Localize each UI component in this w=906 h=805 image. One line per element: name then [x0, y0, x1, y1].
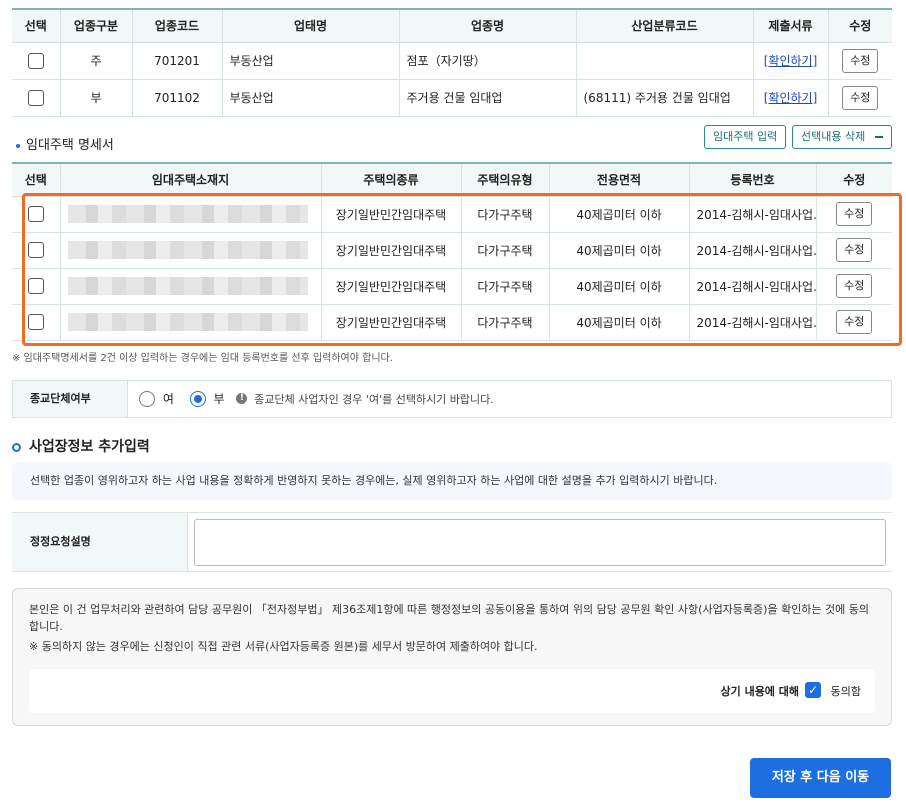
religious-label: 종교단체여부 — [13, 381, 128, 417]
confirm-doc-link[interactable]: [확인하기] — [764, 54, 818, 68]
row-checkbox[interactable] — [27, 89, 44, 106]
bullet-icon — [16, 143, 20, 148]
correction-input[interactable] — [194, 519, 886, 566]
edit-button[interactable]: 수정 — [836, 202, 873, 226]
religious-row: 종교단체여부 여 부 ! 종교단체 사업자인 경우 '여'를 선택하시기 바랍니… — [12, 380, 892, 418]
row-checkbox[interactable] — [27, 278, 44, 294]
col-type: 업종구분 — [60, 9, 133, 43]
rental-note: ※ 임대주택명세서를 2건 이상 입력하는 경우에는 임대 등록번호를 선후 입… — [12, 353, 393, 364]
col-address: 임대주택소재지 — [60, 163, 322, 197]
housing-type: 다가구주택 — [461, 304, 550, 341]
col-class-code: 산업분류코드 — [576, 9, 754, 43]
industry-type: 주 — [60, 42, 133, 80]
row-checkbox[interactable] — [27, 206, 44, 222]
table-row: 장기일반민간임대주택 다가구주택 40제곱미터 이하 2014-김해시-임대사업… — [12, 232, 892, 269]
info-icon: ! — [236, 393, 248, 404]
col-select: 선택 — [12, 163, 61, 197]
check-icon: ✓ — [807, 683, 819, 697]
rental-input-button[interactable]: 임대주택 입력 — [704, 125, 787, 149]
consent-text: 본인은 이 건 업무처리와 관련하여 담당 공무원이 「전자정부법」 제36조제… — [29, 603, 870, 633]
housing-kind: 장기일반민간임대주택 — [321, 196, 462, 233]
edit-button[interactable]: 수정 — [836, 310, 873, 334]
business-name: 부동산업 — [222, 79, 400, 117]
redacted-address — [67, 313, 308, 331]
delete-selected-button[interactable]: 선택내용 삭제 — [792, 125, 892, 149]
radio-yes[interactable] — [139, 390, 155, 407]
business-name: 부동산업 — [222, 42, 400, 80]
row-checkbox[interactable] — [27, 242, 44, 258]
edit-button[interactable]: 수정 — [842, 48, 879, 73]
housing-type: 다가구주택 — [461, 196, 550, 233]
industry-header-row: 선택 업종구분 업종코드 업태명 업종명 산업분류코드 제출서류 수정 — [12, 9, 892, 43]
consent-note: ※ 동의하지 않는 경우에는 신청인이 직접 관련 서류(사업자등록증 원본)를… — [29, 640, 538, 653]
industry-type: 부 — [60, 79, 133, 117]
col-code: 업종코드 — [132, 9, 223, 43]
housing-kind: 장기일반민간임대주택 — [321, 268, 462, 305]
agree-bar: 상기 내용에 대해 ✓ 동의함 — [29, 669, 875, 713]
col-housing-type: 주택의유형 — [461, 163, 550, 197]
col-reg-no: 등록번호 — [689, 163, 817, 197]
class-code: (68111) 주거용 건물 임대업 — [576, 79, 754, 117]
radio-yes-label: 여 — [162, 392, 174, 406]
redacted-address — [67, 205, 308, 223]
class-code — [576, 42, 754, 80]
agree-checkbox[interactable]: ✓ — [805, 682, 821, 698]
row-checkbox[interactable] — [27, 314, 44, 330]
correction-label: 정정요청설명 — [12, 513, 188, 571]
area: 40제곱미터 이하 — [549, 304, 690, 341]
rental-section-title: 임대주택 명세서 — [16, 134, 114, 153]
confirm-doc-link[interactable]: [확인하기] — [764, 91, 818, 105]
housing-kind: 장기일반민간임대주택 — [321, 232, 462, 269]
extra-section-title: 사업장정보 추가입력 — [12, 436, 150, 456]
industry-table: 선택 업종구분 업종코드 업태명 업종명 산업분류코드 제출서류 수정 주 70… — [12, 8, 892, 117]
edit-button[interactable]: 수정 — [842, 85, 879, 110]
extra-info: 선택한 업종이 영위하고자 하는 사업 내용을 정확하게 반영하지 못하는 경우… — [12, 462, 892, 500]
save-next-button[interactable]: 저장 후 다음 이동 — [750, 758, 891, 798]
item-name: 주거용 건물 임대업 — [399, 79, 577, 117]
area: 40제곱미터 이하 — [549, 196, 690, 233]
col-edit: 수정 — [816, 163, 892, 197]
housing-type: 다가구주택 — [461, 268, 550, 305]
radio-no[interactable] — [189, 390, 206, 407]
housing-type: 다가구주택 — [461, 232, 550, 269]
table-row: 장기일반민간임대주택 다가구주택 40제곱미터 이하 2014-김해시-임대사업… — [12, 268, 892, 305]
edit-button[interactable]: 수정 — [836, 274, 873, 298]
correction-row: 정정요청설명 — [12, 512, 892, 572]
reg-no: 2014-김해시-임대사업… — [689, 196, 817, 233]
table-row: 주 701201 부동산업 점포（자기땅） [확인하기] 수정 — [12, 42, 892, 80]
col-item: 업종명 — [399, 9, 577, 43]
industry-code: 701102 — [132, 79, 223, 117]
consent-box: 본인은 이 건 업무처리와 관련하여 담당 공무원이 「전자정부법」 제36조제… — [12, 588, 892, 726]
minus-icon — [874, 136, 883, 138]
rental-table: 선택 임대주택소재지 주택의종류 주택의유형 전용면적 등록번호 수정 장기일반… — [12, 162, 892, 341]
agree-text: 동의함 — [830, 685, 861, 698]
reg-no: 2014-김해시-임대사업… — [689, 304, 817, 341]
redacted-address — [67, 277, 308, 295]
col-business: 업태명 — [222, 9, 400, 43]
reg-no: 2014-김해시-임대사업… — [689, 232, 817, 269]
col-area: 전용면적 — [549, 163, 690, 197]
col-select: 선택 — [12, 9, 61, 43]
ring-bullet-icon — [12, 442, 21, 452]
rental-header-row: 선택 임대주택소재지 주택의종류 주택의유형 전용면적 등록번호 수정 — [12, 163, 892, 197]
area: 40제곱미터 이하 — [549, 268, 690, 305]
table-row: 장기일반민간임대주택 다가구주택 40제곱미터 이하 2014-김해시-임대사업… — [12, 304, 892, 341]
reg-no: 2014-김해시-임대사업… — [689, 268, 817, 305]
agree-label: 상기 내용에 대해 — [720, 685, 800, 698]
religious-hint: 종교단체 사업자인 경우 '여'를 선택하시기 바랍니다. — [254, 392, 494, 406]
radio-no-label: 부 — [213, 392, 225, 406]
redacted-address — [67, 241, 308, 259]
col-kind: 주택의종류 — [321, 163, 462, 197]
row-checkbox[interactable] — [27, 52, 44, 69]
table-row: 장기일반민간임대주택 다가구주택 40제곱미터 이하 2014-김해시-임대사업… — [12, 196, 892, 233]
industry-code: 701201 — [132, 42, 223, 80]
col-docs: 제출서류 — [753, 9, 829, 43]
table-row: 부 701102 부동산업 주거용 건물 임대업 (68111) 주거용 건물 … — [12, 79, 892, 117]
col-edit: 수정 — [828, 9, 892, 43]
area: 40제곱미터 이하 — [549, 232, 690, 269]
item-name: 점포（자기땅） — [399, 42, 577, 80]
housing-kind: 장기일반민간임대주택 — [321, 304, 462, 341]
edit-button[interactable]: 수정 — [836, 238, 873, 262]
